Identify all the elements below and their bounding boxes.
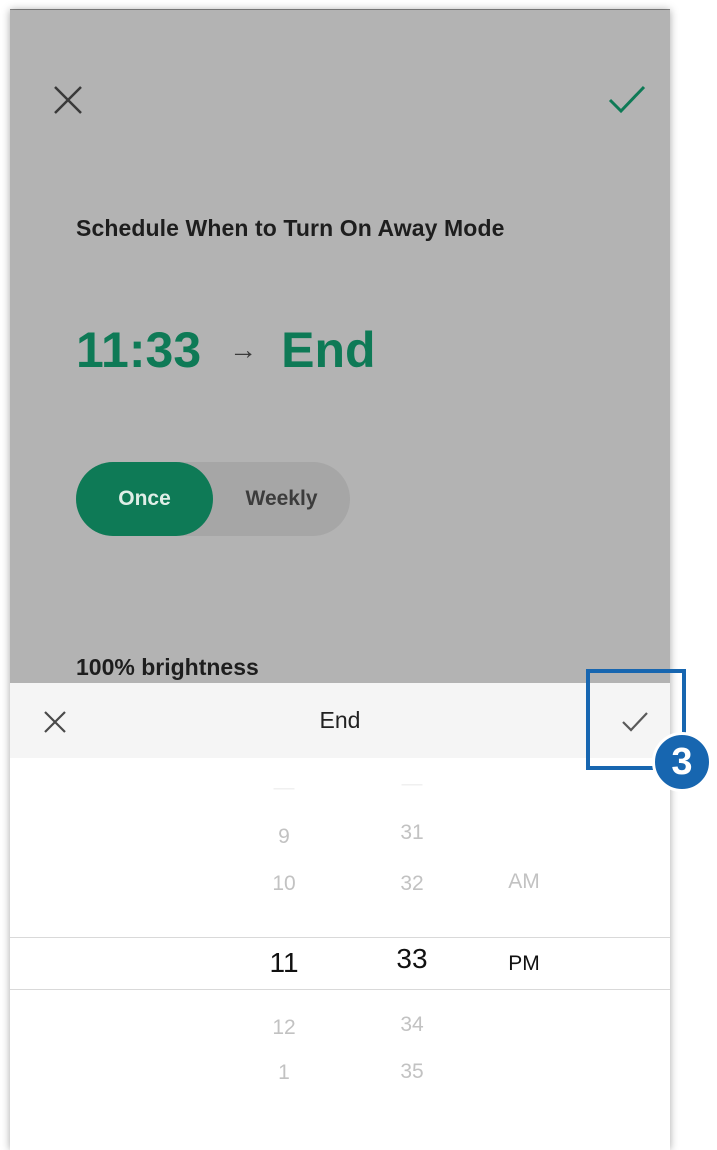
period-selected[interactable]: PM bbox=[494, 952, 554, 976]
sheet-header: End bbox=[10, 683, 670, 758]
minute-option[interactable]: 35 bbox=[382, 1060, 442, 1084]
close-icon[interactable] bbox=[50, 82, 86, 118]
page-title: Schedule When to Turn On Away Mode bbox=[76, 215, 505, 241]
repeat-segmented-control: Once Weekly bbox=[76, 462, 350, 536]
time-picker-wheels: — 9 10 11 12 1 — 31 32 33 34 35 AM PM bbox=[10, 758, 670, 1150]
hour-wheel[interactable]: — 9 10 11 12 1 bbox=[254, 758, 314, 1150]
hour-selected[interactable]: 11 bbox=[254, 947, 314, 979]
brightness-label: 100% brightness bbox=[76, 654, 259, 680]
start-time[interactable]: 11:33 bbox=[76, 321, 201, 379]
selection-line-top bbox=[10, 937, 670, 938]
minute-option-faint: — bbox=[401, 772, 423, 795]
hour-option-faint: — bbox=[273, 776, 295, 799]
schedule-screen-dimmed: Schedule When to Turn On Away Mode 11:33… bbox=[10, 10, 670, 685]
period-wheel[interactable]: AM PM bbox=[494, 758, 554, 1150]
hour-option[interactable]: 10 bbox=[254, 872, 314, 896]
hour-option[interactable]: 9 bbox=[254, 825, 314, 849]
step-number-badge: 3 bbox=[652, 732, 712, 792]
end-time[interactable]: End bbox=[281, 321, 375, 379]
repeat-weekly-option[interactable]: Weekly bbox=[213, 462, 350, 536]
repeat-once-option[interactable]: Once bbox=[76, 462, 213, 536]
check-icon[interactable] bbox=[606, 82, 648, 118]
phone-screen: Schedule When to Turn On Away Mode 11:33… bbox=[10, 10, 670, 1150]
hour-option[interactable]: 1 bbox=[254, 1061, 314, 1085]
time-range-display: 11:33 → End bbox=[76, 315, 376, 385]
minute-option[interactable]: 34 bbox=[382, 1013, 442, 1037]
sheet-title: End bbox=[319, 707, 361, 733]
minute-option[interactable]: 32 bbox=[382, 872, 442, 896]
minute-selected[interactable]: 33 bbox=[382, 943, 442, 975]
minute-wheel[interactable]: — 31 32 33 34 35 bbox=[382, 758, 442, 1150]
time-picker-sheet: End — 9 10 11 12 1 — 31 32 33 34 35 AM P… bbox=[10, 683, 670, 1150]
selection-line-bottom bbox=[10, 989, 670, 990]
hour-option[interactable]: 12 bbox=[254, 1016, 314, 1040]
period-option[interactable]: AM bbox=[494, 870, 554, 894]
minute-option[interactable]: 31 bbox=[382, 821, 442, 845]
arrow-right-icon: → bbox=[229, 334, 258, 365]
